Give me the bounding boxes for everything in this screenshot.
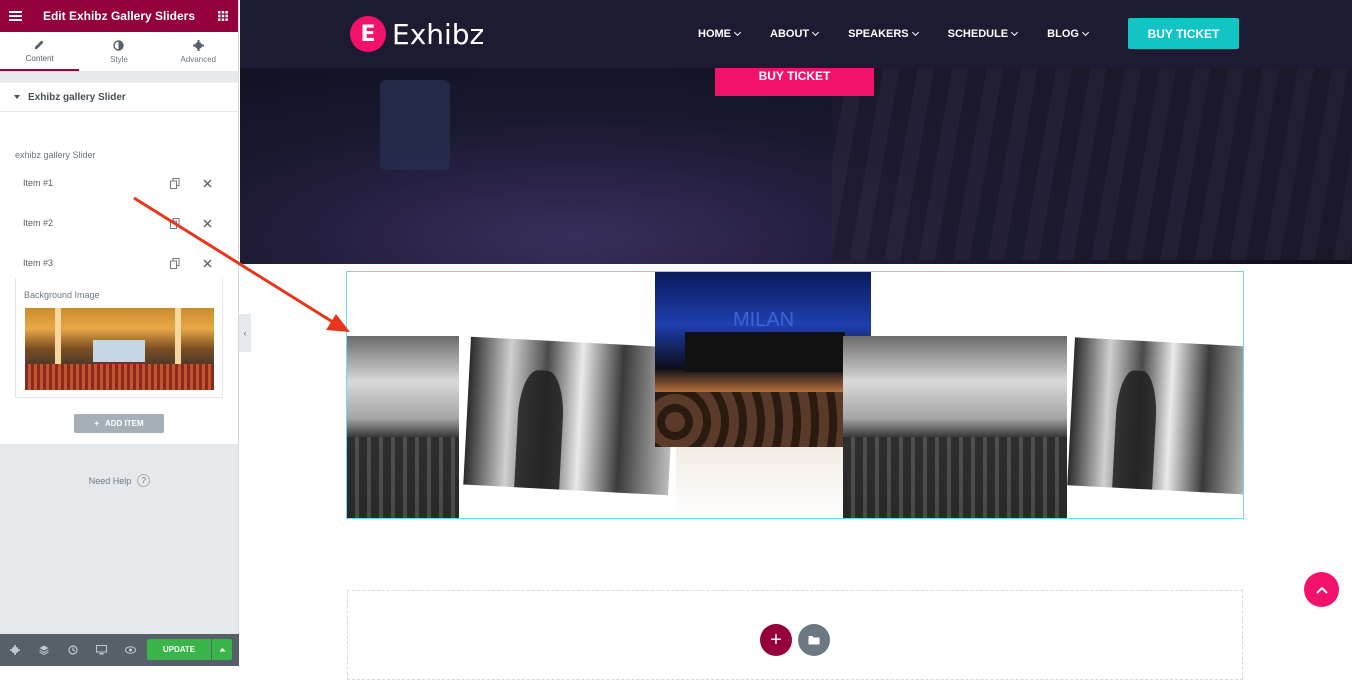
- nav-speakers[interactable]: SPEAKERS: [848, 28, 919, 40]
- nav-blog-label: BLOG: [1047, 28, 1079, 40]
- scroll-to-top-button[interactable]: [1304, 572, 1339, 607]
- add-section-dropzone: +: [347, 590, 1243, 680]
- repeater-item-2[interactable]: Item #2: [15, 210, 223, 236]
- editor-panel: Edit Exhibz Gallery Sliders Content Styl…: [0, 0, 239, 666]
- nav-about[interactable]: ABOUT: [770, 28, 820, 40]
- plus-icon: +: [94, 419, 99, 428]
- repeater-item-1[interactable]: Item #1: [15, 170, 223, 196]
- panel-title: Edit Exhibz Gallery Sliders: [42, 9, 196, 23]
- chevron-down-icon: [812, 28, 820, 37]
- gear-icon: [192, 39, 204, 51]
- responsive-desktop-icon[interactable]: [87, 645, 116, 655]
- collapse-panel-chevron-icon[interactable]: ‹: [239, 314, 251, 352]
- half-circle-icon: [113, 39, 125, 51]
- panel-header: Edit Exhibz Gallery Sliders: [0, 0, 238, 32]
- gallery-slide-hall-right[interactable]: [843, 336, 1067, 518]
- background-image-thumbnail[interactable]: [25, 308, 214, 390]
- add-item-label: ADD ITEM: [105, 419, 144, 428]
- update-options-caret-icon[interactable]: [212, 639, 232, 660]
- background-image-label: Background Image: [24, 290, 100, 300]
- chevron-up-icon: [1315, 586, 1328, 594]
- repeater-item-label: Item #1: [23, 178, 54, 188]
- remove-icon[interactable]: [191, 219, 223, 228]
- widgets-grid-icon[interactable]: [208, 11, 238, 21]
- settings-icon[interactable]: [0, 645, 29, 655]
- question-icon: ?: [137, 474, 151, 487]
- nav-schedule[interactable]: SCHEDULE: [947, 28, 1019, 40]
- tab-advanced[interactable]: Advanced: [159, 32, 238, 71]
- preview-eye-icon[interactable]: [116, 646, 145, 654]
- repeater-item-3[interactable]: Item #3: [15, 250, 223, 276]
- section-toggle[interactable]: Exhibz gallery Slider: [0, 82, 238, 112]
- site-logo[interactable]: E Exhibz: [350, 16, 484, 52]
- chevron-down-icon: [911, 28, 919, 37]
- nav-home-label: HOME: [698, 28, 731, 40]
- repeater-item-body: Background Image: [15, 278, 223, 398]
- layers-icon[interactable]: [29, 645, 58, 655]
- tab-content[interactable]: Content: [0, 32, 80, 71]
- remove-icon[interactable]: [191, 259, 223, 268]
- duplicate-icon[interactable]: [159, 217, 191, 229]
- nav-blog[interactable]: BLOG: [1047, 28, 1089, 40]
- chevron-down-icon: [1081, 28, 1089, 37]
- add-section-plus-icon[interactable]: +: [760, 624, 792, 656]
- template-folder-icon[interactable]: [798, 624, 830, 656]
- caret-down-icon: [14, 95, 20, 99]
- add-item-button[interactable]: + ADD ITEM: [74, 414, 164, 433]
- history-icon[interactable]: [58, 645, 87, 655]
- duplicate-icon[interactable]: [159, 257, 191, 269]
- tab-style[interactable]: Style: [79, 32, 158, 71]
- pencil-icon: [35, 40, 44, 49]
- stage-sign-text: MILAN: [733, 309, 794, 331]
- control-label: exhibz gallery Slider: [15, 150, 96, 160]
- repeater-item-label: Item #3: [23, 258, 54, 268]
- site-navbar: E Exhibz HOME ABOUT SPEAKERS SCHEDULE BL…: [240, 0, 1352, 68]
- gallery-slide-people-right[interactable]: [1067, 337, 1243, 495]
- repeater-item-label: Item #2: [23, 218, 54, 228]
- tab-style-label: Style: [110, 54, 128, 64]
- nav-home[interactable]: HOME: [698, 28, 742, 40]
- duplicate-icon[interactable]: [159, 177, 191, 189]
- panel-content: Exhibz gallery Slider exhibz gallery Sli…: [0, 82, 238, 444]
- nav-about-label: ABOUT: [770, 28, 810, 40]
- buy-ticket-nav-button[interactable]: BUY TICKET: [1128, 18, 1239, 49]
- chevron-down-icon: [733, 28, 742, 37]
- logo-mark: E: [350, 16, 386, 52]
- remove-icon[interactable]: [191, 179, 223, 188]
- tab-content-label: Content: [25, 53, 54, 63]
- gallery-slide-people[interactable]: [463, 336, 676, 496]
- section-title: Exhibz gallery Slider: [28, 91, 126, 103]
- nav-speakers-label: SPEAKERS: [848, 28, 909, 40]
- panel-footer: UPDATE: [0, 634, 239, 666]
- main-nav: HOME ABOUT SPEAKERS SCHEDULE BLOG: [698, 28, 1118, 40]
- hamburger-menu-icon[interactable]: [0, 11, 30, 21]
- panel-tabs: Content Style Advanced: [0, 32, 238, 72]
- gallery-slide-hall-left[interactable]: [347, 336, 459, 518]
- need-help-link[interactable]: Need Help ?: [0, 474, 239, 487]
- tab-advanced-label: Advanced: [180, 54, 217, 64]
- gallery-slider[interactable]: MILAN: [346, 271, 1244, 519]
- gallery-slide-stage[interactable]: MILAN: [655, 272, 871, 447]
- logo-text: Exhibz: [392, 17, 485, 51]
- chevron-down-icon: [1011, 28, 1019, 37]
- update-button[interactable]: UPDATE: [147, 639, 211, 660]
- need-help-label: Need Help: [88, 475, 132, 486]
- nav-schedule-label: SCHEDULE: [947, 28, 1009, 40]
